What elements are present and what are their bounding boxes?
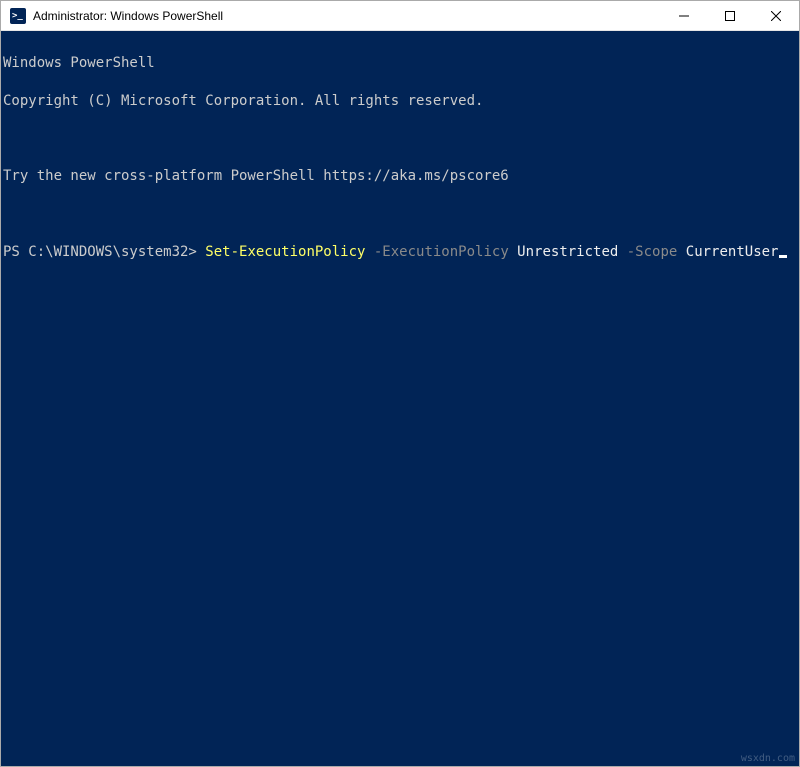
try-line: Try the new cross-platform PowerShell ht…: [3, 167, 797, 186]
banner-line-2: Copyright (C) Microsoft Corporation. All…: [3, 92, 797, 111]
window-controls: [661, 1, 799, 30]
terminal-area[interactable]: Windows PowerShell Copyright (C) Microso…: [1, 31, 799, 766]
close-button[interactable]: [753, 1, 799, 30]
window-title: Administrator: Windows PowerShell: [33, 9, 661, 23]
powershell-icon: [10, 8, 26, 24]
prompt-line: PS C:\WINDOWS\system32> Set-ExecutionPol…: [3, 243, 797, 262]
param1-value: Unrestricted: [517, 244, 618, 260]
app-icon-slot: [9, 7, 27, 25]
param2-flag: -Scope: [618, 244, 685, 260]
blank-line: [3, 205, 797, 224]
watermark-text: wsxdn.com: [741, 754, 795, 764]
maximize-icon: [725, 11, 735, 21]
cmdlet-name: Set-ExecutionPolicy: [205, 244, 365, 260]
minimize-button[interactable]: [661, 1, 707, 30]
banner-line-1: Windows PowerShell: [3, 54, 797, 73]
prompt-text: PS C:\WINDOWS\system32>: [3, 244, 205, 260]
titlebar[interactable]: Administrator: Windows PowerShell: [1, 1, 799, 31]
close-icon: [771, 11, 781, 21]
blank-line: [3, 129, 797, 148]
cursor: [779, 255, 787, 258]
minimize-icon: [679, 11, 689, 21]
param1-flag: -ExecutionPolicy: [365, 244, 517, 260]
powershell-window: Administrator: Windows PowerShell Window…: [0, 0, 800, 767]
param2-value: CurrentUser: [686, 244, 779, 260]
maximize-button[interactable]: [707, 1, 753, 30]
